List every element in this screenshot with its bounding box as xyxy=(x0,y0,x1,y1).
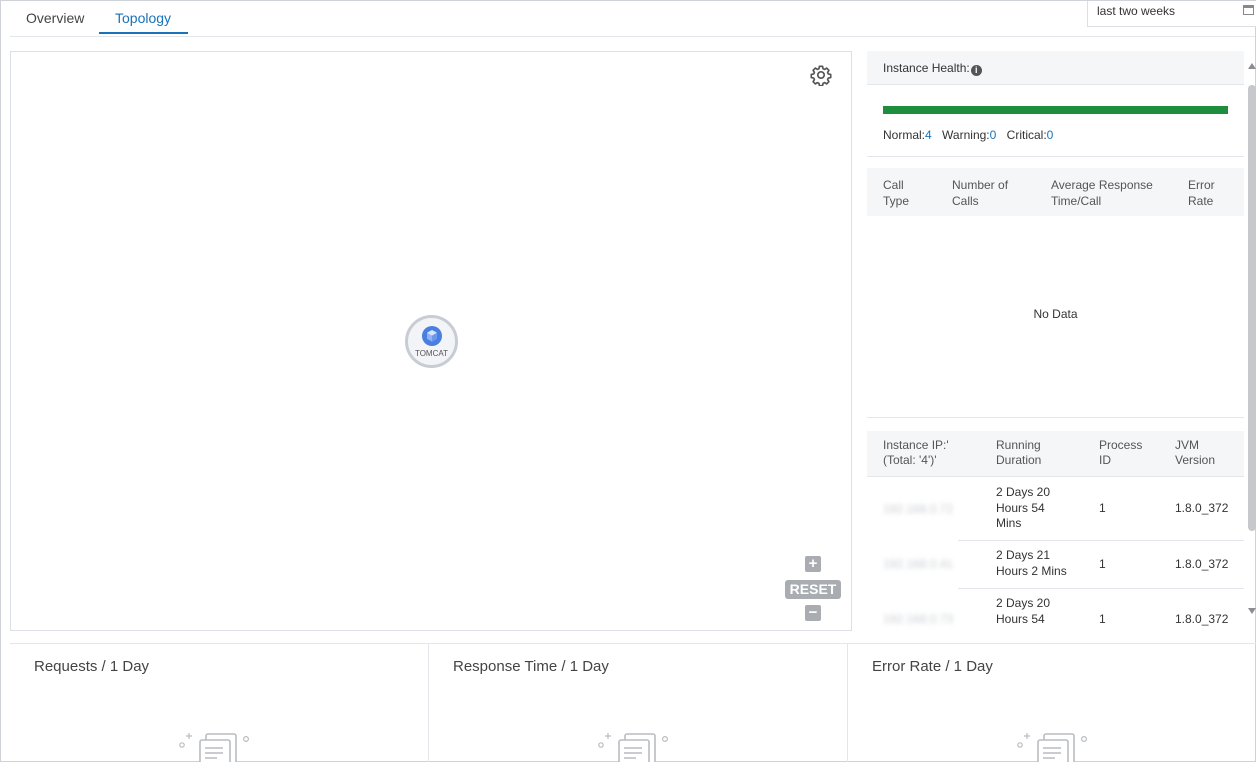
instance-health-header: Instance Health: i xyxy=(867,51,1244,85)
column-header-instance-ip: Instance IP:' (Total: '4')' xyxy=(883,438,949,467)
column-header-error-rate: Error Rate xyxy=(1188,178,1215,208)
instance-table-header: Instance IP:' (Total: '4')' Running Durati… xyxy=(867,431,1244,477)
service-node-tomcat[interactable]: TOMCAT xyxy=(405,315,458,368)
zoom-in-button[interactable]: + xyxy=(805,556,821,572)
scroll-down-arrow[interactable] xyxy=(1248,608,1256,614)
column-header-jvm-version: JVM Version xyxy=(1175,438,1216,467)
process-id: 1 xyxy=(1099,557,1106,571)
running-duration: 2 Days 20 Hours 54 Mins xyxy=(996,485,1051,530)
metric-card-error-rate: Error Rate / 1 Day xyxy=(848,644,1256,762)
divider xyxy=(867,156,1244,157)
running-duration: 2 Days 20 Hours 54 xyxy=(996,596,1051,626)
process-id: 1 xyxy=(1099,612,1106,626)
date-range-value: last two weeks xyxy=(1097,4,1176,18)
row-divider xyxy=(958,540,1244,541)
gear-icon[interactable] xyxy=(810,64,832,86)
app-frame: Overview Topology last two weeks TOMCAT … xyxy=(0,0,1256,762)
process-id: 1 xyxy=(1099,501,1106,515)
reset-button[interactable]: RESET xyxy=(785,580,841,599)
jvm-version: 1.8.0_372 xyxy=(1175,612,1229,626)
tab-overview[interactable]: Overview xyxy=(26,10,84,26)
topology-canvas[interactable]: TOMCAT + RESET − xyxy=(10,51,852,631)
empty-state-text: No Data xyxy=(1033,307,1078,321)
health-counts: Normal:4 Warning:0 Critical:0 xyxy=(883,128,1054,142)
metric-cards: Requests / 1 Day Response Time / 1 Day E… xyxy=(10,643,1256,762)
calendar-icon[interactable] xyxy=(1243,5,1254,15)
column-header-process-id: Process ID xyxy=(1099,438,1143,467)
health-bar xyxy=(883,106,1228,114)
metric-card-response-time: Response Time / 1 Day xyxy=(429,644,848,762)
card-title: Requests / 1 Day xyxy=(34,658,150,675)
card-title: Response Time / 1 Day xyxy=(453,658,609,675)
column-header-number-of-calls: Number of Calls xyxy=(952,178,1009,208)
divider xyxy=(867,417,1244,418)
empty-data-icon xyxy=(598,733,668,762)
empty-data-icon xyxy=(179,733,249,762)
warning-count[interactable]: 0 xyxy=(990,128,997,142)
scrollbar-thumb[interactable] xyxy=(1248,85,1256,531)
zoom-out-button[interactable]: − xyxy=(805,605,821,621)
metric-card-requests: Requests / 1 Day xyxy=(10,644,429,762)
instance-ip: 192.168.0.72 xyxy=(883,502,954,516)
running-duration: 2 Days 21 Hours 2 Mins xyxy=(996,548,1067,578)
active-tab-indicator xyxy=(99,32,188,34)
instance-health-title: Instance Health: xyxy=(883,61,970,75)
card-title: Error Rate / 1 Day xyxy=(872,658,993,675)
tab-topology[interactable]: Topology xyxy=(115,10,171,26)
jvm-version: 1.8.0_372 xyxy=(1175,501,1229,515)
instance-ip: 192.168.0.41 xyxy=(883,557,954,571)
critical-count[interactable]: 0 xyxy=(1047,128,1054,142)
info-icon[interactable]: i xyxy=(970,65,982,76)
scroll-up-arrow[interactable] xyxy=(1248,63,1256,69)
normal-count[interactable]: 4 xyxy=(925,128,932,142)
tab-bar: Overview Topology xyxy=(10,1,1255,37)
cube-icon xyxy=(422,326,442,346)
column-header-call-type: Call Type xyxy=(883,178,910,208)
instance-panel: Instance Health: i Normal:4 Warning:0 Cri… xyxy=(867,51,1244,643)
column-header-running-duration: Running Duration xyxy=(996,438,1042,467)
column-header-avg-response: Average Response Time/Call xyxy=(1051,178,1153,208)
row-divider xyxy=(958,588,1244,589)
date-range-picker[interactable]: last two weeks xyxy=(1087,1,1256,27)
node-label: TOMCAT xyxy=(414,349,449,358)
jvm-version: 1.8.0_372 xyxy=(1175,557,1229,571)
call-table-header: Call Type Number of Calls Average Response… xyxy=(867,168,1244,216)
instance-ip: 192.168.0.73 xyxy=(883,612,954,626)
empty-data-icon xyxy=(1017,733,1087,762)
